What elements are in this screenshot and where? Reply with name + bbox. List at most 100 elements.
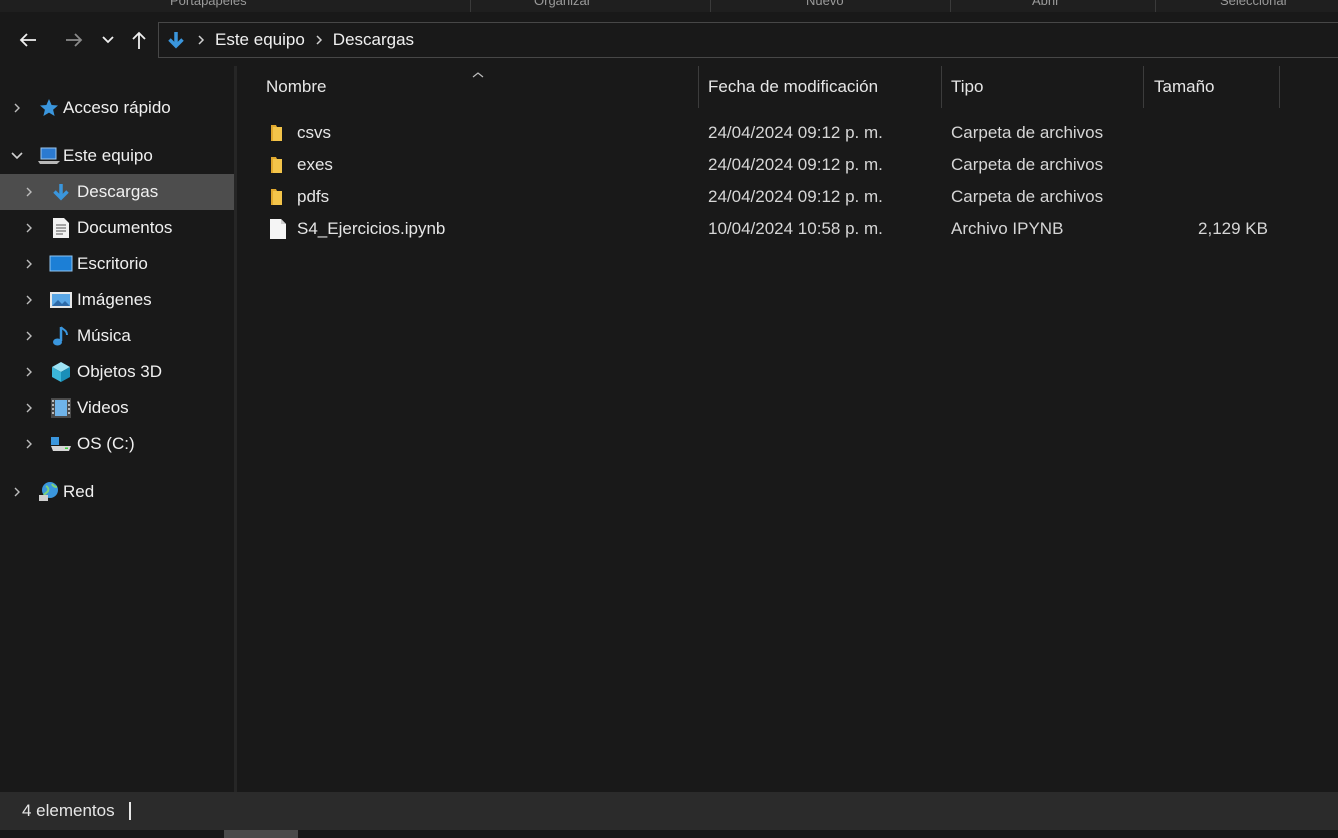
tree-item-label: Red — [63, 482, 95, 501]
file-name: exes — [297, 155, 333, 174]
file-date: 24/04/2024 09:12 p. m. — [708, 155, 883, 174]
tree-item-label: Documentos — [77, 218, 173, 237]
expand-chevron-icon[interactable] — [21, 184, 37, 200]
tree-item-escritorio[interactable]: Escritorio — [0, 246, 234, 282]
file-list: Nombre Fecha de modificación Tipo Tamaño… — [237, 66, 1338, 792]
download-arrow-icon — [165, 29, 187, 51]
tree-item-documentos[interactable]: Documentos — [0, 210, 234, 246]
tree-item-label: Videos — [77, 398, 129, 417]
scrollbar-thumb[interactable] — [224, 830, 298, 838]
file-row-pdfs[interactable]: pdfs 24/04/2024 09:12 p. m. Carpeta de a… — [237, 181, 1338, 213]
status-separator — [128, 802, 131, 820]
expand-chevron-icon[interactable] — [9, 100, 25, 116]
tree-item-musica[interactable]: Música — [0, 318, 234, 354]
tree-item-label: Descargas — [77, 182, 159, 201]
column-header-tipo[interactable]: Tipo — [951, 66, 1141, 108]
file-size: 2,129 KB — [1198, 219, 1268, 238]
navigation-bar: Este equipo Descargas — [0, 12, 1338, 66]
ribbon-separator — [950, 0, 951, 12]
tree-item-label: Escritorio — [77, 254, 148, 273]
tree-item-label: Este equipo — [63, 146, 153, 165]
file-name: csvs — [297, 123, 331, 142]
tree-item-este-equipo[interactable]: Este equipo — [0, 138, 234, 174]
column-header-fecha[interactable]: Fecha de modificación — [708, 66, 940, 108]
arrow-left-icon — [19, 33, 36, 47]
column-header-tamano[interactable]: Tamaño — [1154, 66, 1274, 108]
folder-icon — [267, 122, 289, 144]
tree-item-acceso-rapido[interactable]: Acceso rápido — [0, 90, 234, 126]
ribbon-group-labels: Portapapeles Organizar Nuevo Abrir Selec… — [0, 0, 1338, 12]
folder-icon — [267, 186, 289, 208]
star-icon — [37, 96, 61, 120]
expand-chevron-icon[interactable] — [21, 256, 37, 272]
back-button[interactable] — [14, 26, 42, 54]
tree-item-descargas[interactable]: Descargas — [0, 174, 234, 210]
breadcrumb-este-equipo[interactable]: Este equipo — [215, 30, 305, 50]
recent-locations-button[interactable] — [95, 26, 121, 54]
tree-item-label: OS (C:) — [77, 434, 135, 453]
tree-item-os-c[interactable]: OS (C:) — [0, 426, 234, 462]
music-note-icon — [49, 324, 73, 348]
file-type: Archivo IPYNB — [951, 219, 1064, 238]
breadcrumb-chevron-icon[interactable] — [191, 34, 211, 46]
forward-button[interactable] — [60, 26, 88, 54]
tree-item-imagenes[interactable]: Imágenes — [0, 282, 234, 318]
expand-chevron-icon[interactable] — [21, 328, 37, 344]
address-bar[interactable]: Este equipo Descargas — [158, 22, 1338, 58]
folder-icon — [267, 154, 289, 176]
expand-chevron-icon[interactable] — [21, 436, 37, 452]
ribbon-separator — [1155, 0, 1156, 12]
desktop-icon — [49, 252, 73, 276]
column-divider[interactable] — [1143, 66, 1144, 108]
ribbon-group-abrir: Abrir — [1032, 0, 1060, 8]
item-count: 4 elementos — [22, 801, 115, 820]
network-globe-icon — [37, 480, 61, 504]
file-type: Carpeta de archivos — [951, 155, 1104, 174]
file-row-exes[interactable]: exes 24/04/2024 09:12 p. m. Carpeta de a… — [237, 149, 1338, 181]
expand-chevron-icon[interactable] — [21, 400, 37, 416]
computer-icon — [37, 144, 61, 168]
navigation-pane: Acceso rápido Este equipo Descargas Docu… — [0, 66, 234, 792]
horizontal-scrollbar[interactable] — [0, 830, 1338, 838]
file-row-csvs[interactable]: csvs 24/04/2024 09:12 p. m. Carpeta de a… — [237, 117, 1338, 149]
file-date: 24/04/2024 09:12 p. m. — [708, 187, 883, 206]
tree-item-label: Imágenes — [77, 290, 152, 309]
tree-item-videos[interactable]: Videos — [0, 390, 234, 426]
tree-item-objetos-3d[interactable]: Objetos 3D — [0, 354, 234, 390]
ribbon-group-organizar: Organizar — [534, 0, 592, 8]
up-button[interactable] — [125, 26, 153, 54]
document-icon — [49, 216, 73, 240]
breadcrumb-chevron-icon[interactable] — [309, 34, 329, 46]
expand-chevron-icon[interactable] — [21, 292, 37, 308]
expand-chevron-icon[interactable] — [21, 364, 37, 380]
tree-item-label: Objetos 3D — [77, 362, 163, 381]
ribbon-separator — [710, 0, 711, 12]
ribbon-group-seleccionar: Seleccionar — [1220, 0, 1288, 8]
column-divider[interactable] — [1279, 66, 1280, 108]
expand-chevron-icon[interactable] — [9, 484, 25, 500]
ribbon-separator — [470, 0, 471, 12]
column-divider[interactable] — [698, 66, 699, 108]
tree-item-label: Música — [77, 326, 131, 345]
tree-item-red[interactable]: Red — [0, 474, 234, 510]
column-divider[interactable] — [941, 66, 942, 108]
breadcrumb-descargas[interactable]: Descargas — [333, 30, 414, 50]
file-name: S4_Ejercicios.ipynb — [297, 219, 446, 238]
column-header-nombre[interactable]: Nombre — [266, 66, 696, 108]
arrow-up-icon — [132, 31, 146, 49]
picture-icon — [49, 288, 73, 312]
film-icon — [49, 396, 73, 420]
status-bar: 4 elementos — [0, 792, 1338, 830]
cube-icon — [49, 360, 73, 384]
expand-chevron-icon[interactable] — [21, 220, 37, 236]
collapse-chevron-icon[interactable] — [9, 148, 25, 164]
tree-item-label: Acceso rápido — [63, 98, 171, 117]
file-row-s4-ejercicios[interactable]: S4_Ejercicios.ipynb 10/04/2024 10:58 p. … — [237, 213, 1338, 245]
file-name: pdfs — [297, 187, 330, 206]
download-arrow-icon — [49, 180, 73, 204]
file-date: 10/04/2024 10:58 p. m. — [708, 219, 883, 238]
ribbon-group-portapapeles: Portapapeles — [170, 0, 247, 8]
file-icon — [267, 218, 289, 240]
drive-icon — [49, 432, 73, 456]
file-type: Carpeta de archivos — [951, 123, 1104, 142]
